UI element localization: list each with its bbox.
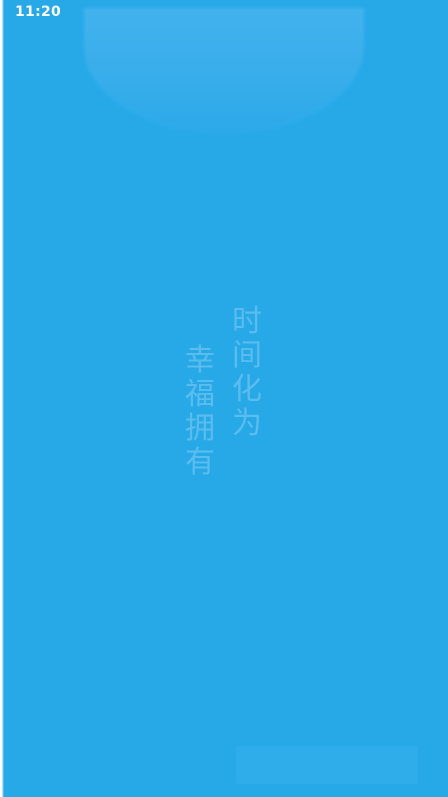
slogan-char: 为 xyxy=(232,406,262,441)
splash-screen: 11:20 时 间 化 为 幸 福 拥 有 xyxy=(0,0,448,797)
slogan-char: 时 xyxy=(232,304,262,339)
slogan-char: 幸 xyxy=(185,343,215,378)
slogan-char: 福 xyxy=(185,377,215,412)
slogan-column-left: 幸 福 拥 有 xyxy=(183,344,217,480)
left-edge xyxy=(0,0,4,797)
slogan-column-right: 时 间 化 为 xyxy=(230,305,264,441)
slogan-char: 有 xyxy=(185,445,215,480)
slogan-char: 拥 xyxy=(185,411,215,446)
slogan-char: 间 xyxy=(232,338,262,373)
slogan: 时 间 化 为 幸 福 拥 有 xyxy=(0,0,448,797)
bottom-shade-decoration xyxy=(236,746,418,784)
slogan-char: 化 xyxy=(232,372,262,407)
